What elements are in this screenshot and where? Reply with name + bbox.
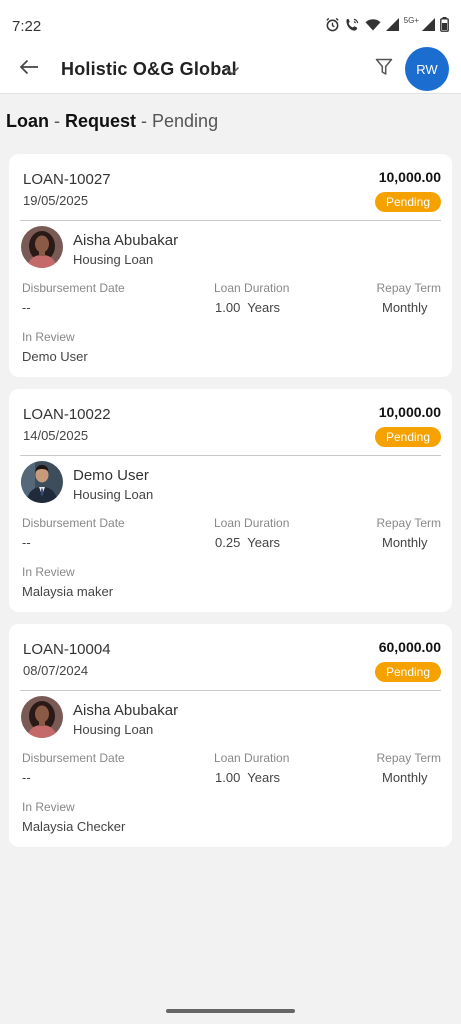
heading-status: Pending bbox=[152, 111, 219, 131]
loan-id: LOAN-10027 bbox=[23, 171, 111, 188]
repay-term-label: Repay Term bbox=[376, 751, 441, 765]
chevron-down-icon[interactable] bbox=[224, 63, 240, 81]
cell-signal-5g-icon bbox=[422, 18, 435, 31]
loan-amount: 60,000.00 bbox=[378, 639, 441, 655]
battery-icon bbox=[440, 17, 449, 32]
cell-signal-icon bbox=[385, 18, 399, 31]
loan-type: Housing Loan bbox=[73, 722, 154, 737]
loan-card[interactable]: LOAN-10004 08/07/2024 60,000.00 Pending … bbox=[9, 624, 452, 847]
status-icons: 5G+ bbox=[325, 16, 449, 32]
filter-icon bbox=[375, 58, 393, 81]
status-badge: Pending bbox=[375, 662, 441, 682]
heading-loan: Loan bbox=[6, 111, 49, 131]
in-review-value: Malaysia maker bbox=[22, 584, 114, 599]
in-review-value: Demo User bbox=[22, 349, 88, 364]
loan-amount: 10,000.00 bbox=[378, 169, 441, 185]
in-review-label: In Review bbox=[22, 800, 75, 814]
loan-id: LOAN-10004 bbox=[23, 641, 111, 658]
loan-duration-label: Loan Duration bbox=[214, 751, 290, 765]
loan-date: 08/07/2024 bbox=[23, 663, 89, 678]
disbursement-date-value: -- bbox=[22, 770, 31, 785]
repay-term-label: Repay Term bbox=[376, 281, 441, 295]
wifi-icon bbox=[365, 18, 381, 31]
loan-duration-value: 1.00 Years bbox=[215, 300, 281, 315]
loan-card[interactable]: LOAN-10022 14/05/2025 10,000.00 Pending … bbox=[9, 389, 452, 612]
loan-amount: 10,000.00 bbox=[378, 404, 441, 420]
repay-term-value: Monthly bbox=[382, 300, 428, 315]
divider bbox=[20, 690, 441, 691]
divider bbox=[20, 455, 441, 456]
filter-button[interactable] bbox=[371, 56, 397, 82]
disbursement-date-label: Disbursement Date bbox=[22, 281, 125, 295]
alarm-icon bbox=[325, 17, 340, 32]
wifi-call-icon bbox=[345, 17, 360, 32]
loan-duration-label: Loan Duration bbox=[214, 281, 290, 295]
repay-term-label: Repay Term bbox=[376, 516, 441, 530]
page-heading: Loan - Request - Pending bbox=[6, 111, 218, 132]
back-button[interactable] bbox=[16, 56, 42, 82]
heading-separator: - bbox=[49, 111, 65, 131]
divider bbox=[20, 220, 441, 221]
status-badge: Pending bbox=[375, 192, 441, 212]
disbursement-date-label: Disbursement Date bbox=[22, 516, 125, 530]
loan-type: Housing Loan bbox=[73, 252, 154, 267]
status-bar: 7:22 5G+ bbox=[0, 0, 461, 52]
disbursement-date-value: -- bbox=[22, 300, 31, 315]
status-badge: Pending bbox=[375, 427, 441, 447]
applicant-name: Aisha Abubakar bbox=[73, 232, 179, 249]
loan-duration-value: 0.25 Years bbox=[215, 535, 281, 550]
loan-card[interactable]: LOAN-10027 19/05/2025 10,000.00 Pending … bbox=[9, 154, 452, 377]
repay-term-value: Monthly bbox=[382, 535, 428, 550]
woman-avatar bbox=[21, 696, 63, 738]
home-indicator[interactable] bbox=[166, 1009, 295, 1013]
woman-avatar bbox=[21, 226, 63, 268]
in-review-label: In Review bbox=[22, 330, 75, 344]
man-avatar bbox=[21, 461, 63, 503]
applicant-name: Aisha Abubakar bbox=[73, 702, 179, 719]
loan-duration-label: Loan Duration bbox=[214, 516, 290, 530]
app-bar: Holistic O&G Global RW bbox=[0, 46, 461, 94]
heading-request: Request bbox=[65, 111, 137, 131]
loan-id: LOAN-10022 bbox=[23, 406, 111, 423]
loan-date: 19/05/2025 bbox=[23, 193, 89, 208]
status-time: 7:22 bbox=[12, 18, 42, 35]
heading-separator: - bbox=[136, 111, 153, 131]
disbursement-date-label: Disbursement Date bbox=[22, 751, 125, 765]
applicant-name: Demo User bbox=[73, 467, 149, 484]
in-review-value: Malaysia Checker bbox=[22, 819, 126, 834]
in-review-label: In Review bbox=[22, 565, 75, 579]
loan-duration-value: 1.00 Years bbox=[215, 770, 281, 785]
disbursement-date-value: -- bbox=[22, 535, 31, 550]
loan-type: Housing Loan bbox=[73, 487, 154, 502]
repay-term-value: Monthly bbox=[382, 770, 428, 785]
network-label: 5G+ bbox=[403, 16, 419, 25]
loan-date: 14/05/2025 bbox=[23, 428, 89, 443]
arrow-left-icon bbox=[19, 59, 39, 80]
user-avatar-button[interactable]: RW bbox=[405, 47, 449, 91]
org-title[interactable]: Holistic O&G Global bbox=[61, 59, 237, 80]
